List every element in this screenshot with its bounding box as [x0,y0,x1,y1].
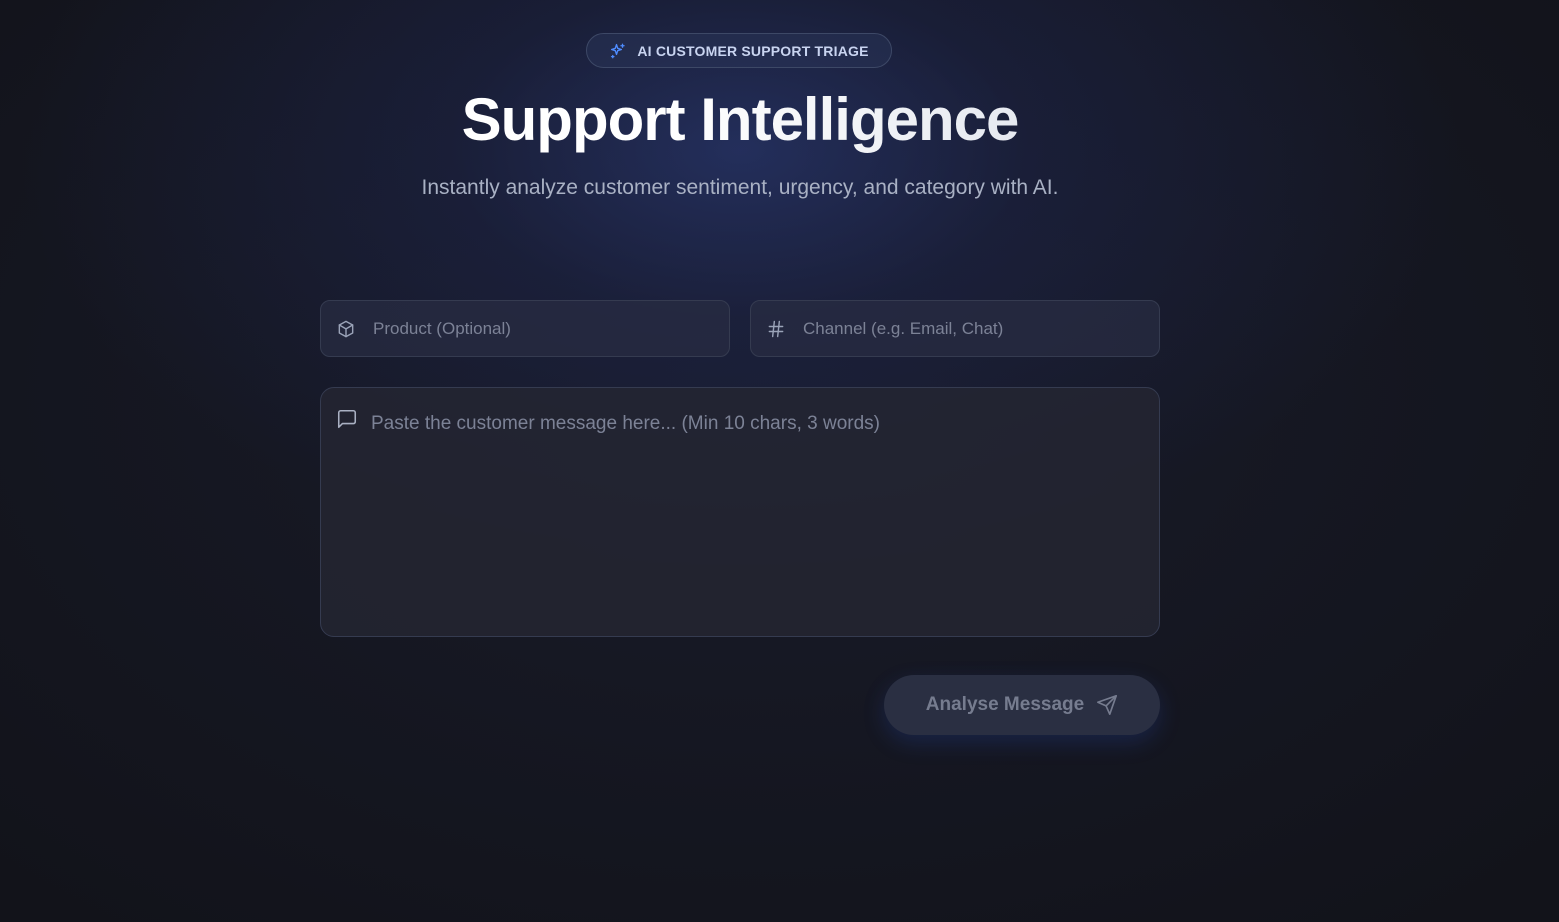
package-icon [336,319,356,339]
product-input[interactable] [371,317,715,340]
analyse-message-button[interactable]: Analyse Message [884,675,1160,735]
feature-badge: AI CUSTOMER SUPPORT TRIAGE [586,33,892,68]
message-field[interactable] [320,387,1160,637]
page-subtitle: Instantly analyze customer sentiment, ur… [421,176,1059,199]
message-square-icon [336,408,358,430]
channel-input[interactable] [801,317,1145,340]
message-input[interactable] [371,411,1141,611]
sparkles-icon [609,42,627,60]
analyse-message-label: Analyse Message [925,694,1085,715]
channel-field[interactable] [750,300,1160,357]
send-icon [1096,694,1118,716]
product-field[interactable] [320,300,730,357]
badge-label: AI CUSTOMER SUPPORT TRIAGE [637,42,869,59]
hash-icon [766,319,786,339]
page-title: Support Intelligence [0,84,1480,156]
